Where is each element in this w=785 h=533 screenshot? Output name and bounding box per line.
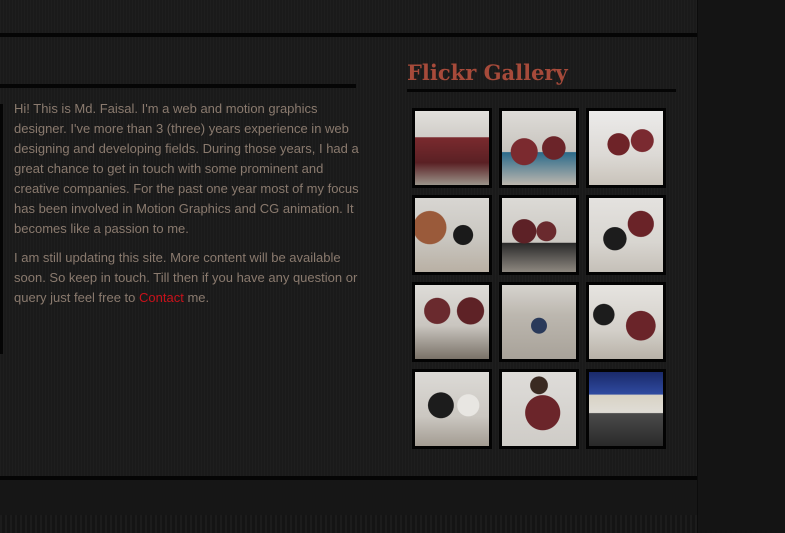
about-section: Hi! This is Md. Faisal. I'm a web and mo… — [14, 99, 362, 317]
flickr-photo-7-image — [415, 285, 489, 359]
flickr-photo-3-image — [589, 111, 663, 185]
flickr-photo-1[interactable] — [412, 108, 492, 188]
about-paragraph-2: I am still updating this site. More cont… — [14, 248, 362, 308]
footer-texture — [0, 515, 697, 533]
flickr-photo-6-image — [589, 198, 663, 272]
top-divider — [0, 33, 697, 37]
flickr-photo-1-image — [415, 111, 489, 185]
gallery-title-rule — [407, 89, 676, 92]
flickr-photo-9-image — [589, 285, 663, 359]
flickr-photo-10[interactable] — [412, 369, 492, 449]
flickr-photo-3[interactable] — [586, 108, 666, 188]
about-paragraph-2-end: me. — [183, 290, 210, 305]
flickr-photo-5-image — [502, 198, 576, 272]
flickr-photo-10-image — [415, 372, 489, 446]
flickr-photo-11-image — [502, 372, 576, 446]
flickr-photo-8[interactable] — [499, 282, 579, 362]
gallery-title: Flickr Gallery — [407, 60, 568, 85]
flickr-photo-6[interactable] — [586, 195, 666, 275]
about-left-bar — [0, 104, 3, 354]
flickr-photo-4[interactable] — [412, 195, 492, 275]
flickr-photo-8-image — [502, 285, 576, 359]
flickr-photo-12-image — [589, 372, 663, 446]
flickr-thumbnail-grid — [412, 108, 666, 449]
flickr-photo-11[interactable] — [499, 369, 579, 449]
flickr-photo-12[interactable] — [586, 369, 666, 449]
flickr-photo-7[interactable] — [412, 282, 492, 362]
flickr-photo-2[interactable] — [499, 108, 579, 188]
about-section-rule — [0, 84, 356, 88]
contact-link[interactable]: Contact — [139, 290, 184, 305]
flickr-photo-2-image — [502, 111, 576, 185]
flickr-photo-9[interactable] — [586, 282, 666, 362]
page: Hi! This is Md. Faisal. I'm a web and mo… — [0, 0, 785, 533]
right-margin-strip — [697, 0, 785, 533]
flickr-photo-4-image — [415, 198, 489, 272]
about-paragraph-1: Hi! This is Md. Faisal. I'm a web and mo… — [14, 101, 359, 236]
flickr-photo-5[interactable] — [499, 195, 579, 275]
